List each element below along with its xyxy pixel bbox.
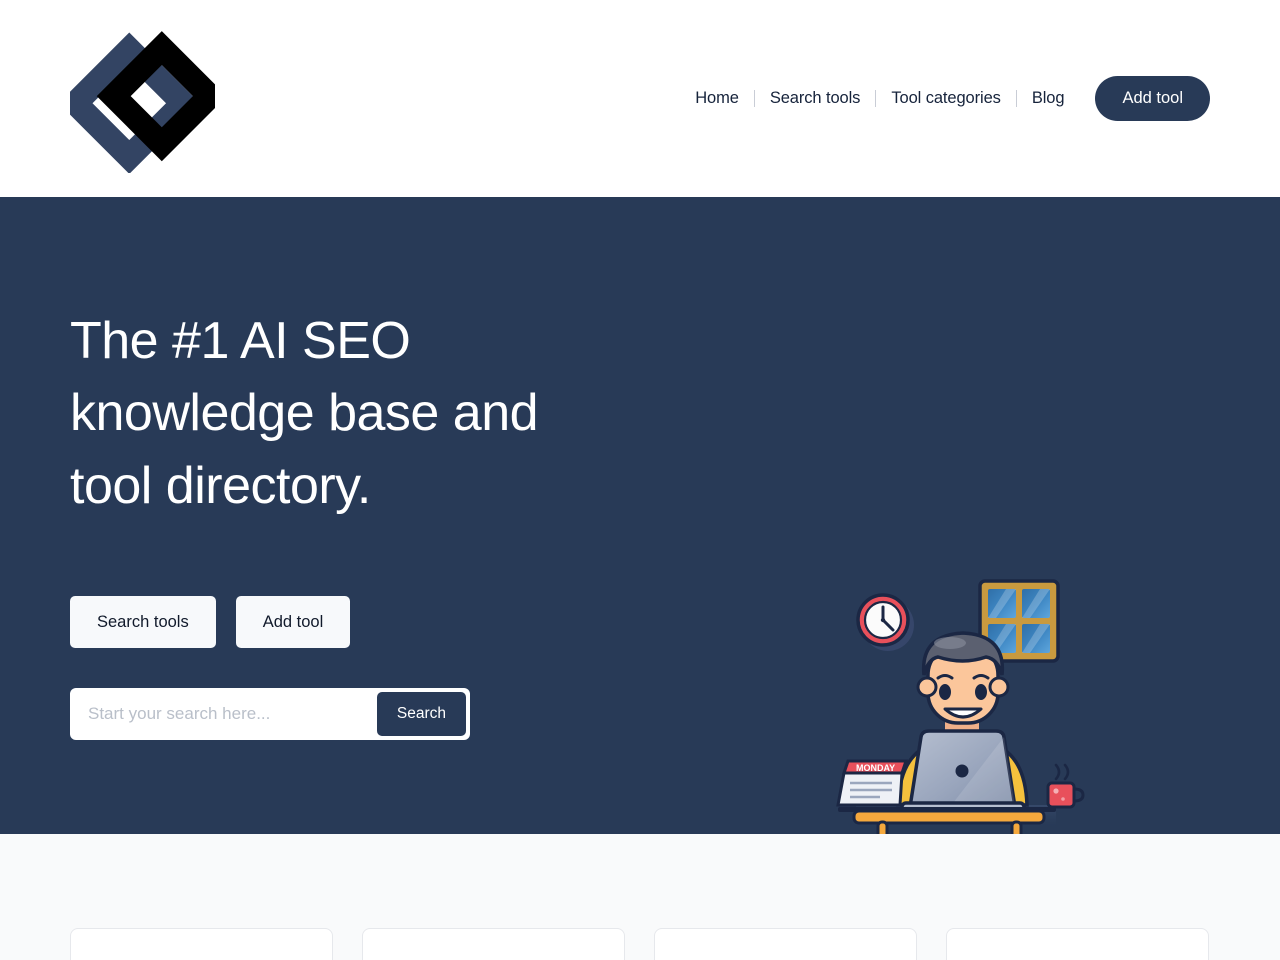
tool-cards-section [0,834,1280,960]
calendar-day-label: MONDAY [856,763,895,773]
nav-link-home[interactable]: Home [680,90,754,107]
main-navigation: Home Search tools Tool categories Blog A… [680,76,1210,121]
site-header: Home Search tools Tool categories Blog A… [0,0,1280,197]
tool-card-4[interactable] [946,928,1209,960]
search-submit-button[interactable]: Search [376,692,466,737]
nav-link-blog[interactable]: Blog [1017,90,1080,107]
tool-card-1[interactable] [70,928,333,960]
hero-title: The #1 AI SEO knowledge base and tool di… [70,312,539,515]
tool-card-2[interactable] [362,928,625,960]
tool-card-3[interactable] [654,928,917,960]
diamond-logo-icon [70,25,215,173]
header-add-tool-button[interactable]: Add tool [1095,76,1210,121]
laptop-icon [900,729,1026,815]
wall-clock-icon [856,593,914,651]
coffee-mug-icon [1046,763,1085,809]
hero-add-tool-button[interactable]: Add tool [235,595,351,649]
search-input[interactable] [74,704,377,725]
hero-section: The #1 AI SEO knowledge base and tool di… [0,197,1280,840]
person-working-at-laptop-illustration: MONDAY [820,575,1100,840]
tool-cards-row [70,834,1210,960]
hero-search-form: Search [70,688,470,741]
hero-search-tools-button[interactable]: Search tools [70,595,216,649]
hero-actions: Search tools Add tool [70,595,670,649]
nav-link-tool-categories[interactable]: Tool categories [876,90,1015,107]
site-logo[interactable] [70,25,215,173]
desk-calendar: MONDAY [836,759,909,807]
hero-content: The #1 AI SEO knowledge base and tool di… [70,197,670,741]
nav-link-search-tools[interactable]: Search tools [755,90,876,107]
